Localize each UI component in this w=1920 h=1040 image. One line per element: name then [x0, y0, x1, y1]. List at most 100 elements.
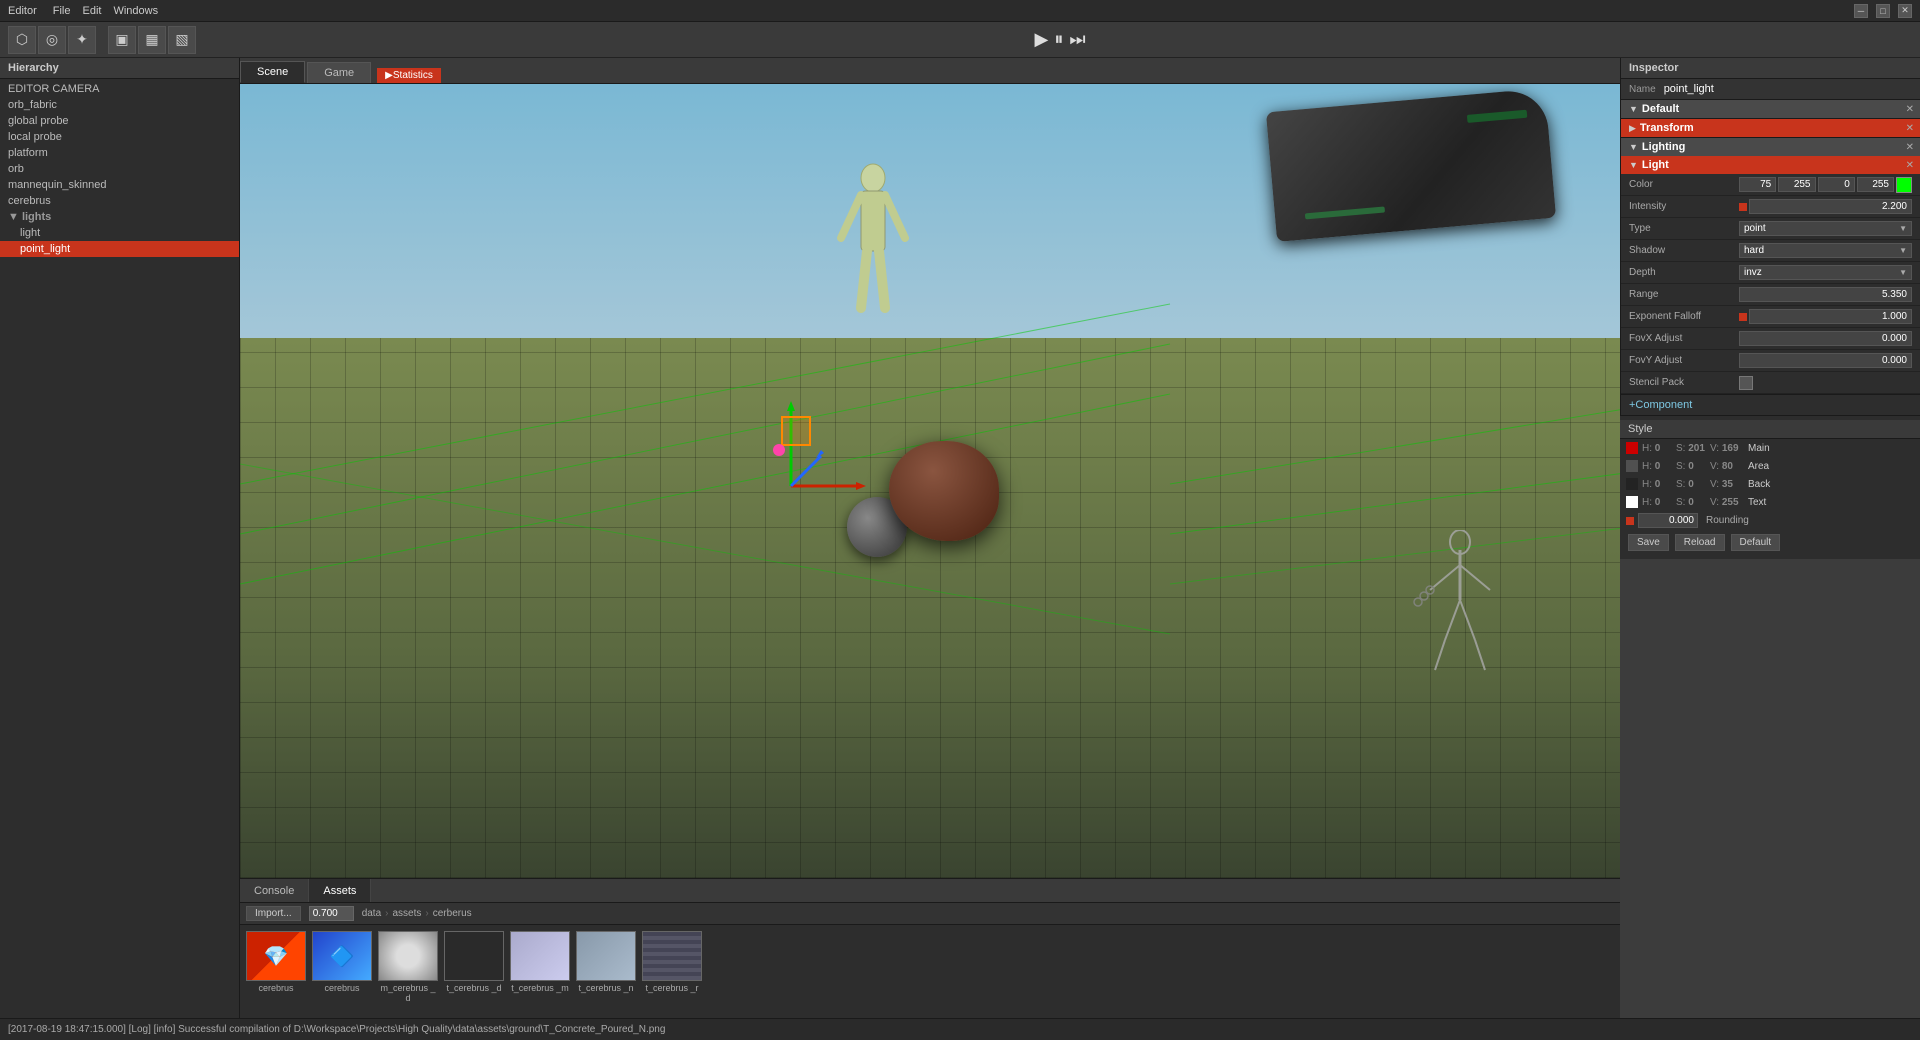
style-v-label: V: 169 [1710, 443, 1740, 454]
tool-grid3-btn[interactable]: ▧ [168, 26, 196, 54]
fovx-row: FovX Adjust 0.000 [1621, 328, 1920, 350]
pause-button[interactable]: ⏸ [1054, 29, 1063, 50]
asset-item[interactable]: t_cerebrus _n [576, 931, 636, 1003]
hierarchy-item[interactable]: cerebrus [0, 193, 239, 209]
import-button[interactable]: Import... [246, 906, 301, 921]
type-label: Type [1629, 223, 1739, 234]
main-layout: Hierarchy EDITOR CAMERAorb_fabricglobal … [0, 58, 1920, 1018]
style-color-indicator [1626, 442, 1638, 454]
menu-windows[interactable]: Windows [113, 5, 158, 17]
right-panels: Inspector Name point_light ▼ Default ✕ ▶… [1620, 58, 1920, 1018]
default-arrow-icon: ▼ [1629, 104, 1638, 114]
tool-grid1-btn[interactable]: ▣ [108, 26, 136, 54]
intensity-value[interactable]: 2.200 [1749, 199, 1912, 214]
tool-circle-btn[interactable]: ◎ [38, 26, 66, 54]
section-default-header[interactable]: ▼ Default ✕ [1621, 100, 1920, 118]
tab-console[interactable]: Console [240, 879, 309, 902]
statusbar: [2017-08-19 18:47:15.000] [Log] [info] S… [0, 1018, 1920, 1040]
tool-grid2-btn[interactable]: ▦ [138, 26, 166, 54]
hierarchy-item[interactable]: local probe [0, 129, 239, 145]
fovx-value[interactable]: 0.000 [1739, 331, 1912, 346]
style-row: H: 0 S: 0 V: 80 Area [1620, 457, 1920, 475]
section-transform-header[interactable]: ▶ Transform ✕ [1621, 119, 1920, 137]
rounding-indicator [1626, 517, 1634, 525]
style-v-label: V: 255 [1710, 497, 1740, 508]
color-a[interactable]: 255 [1857, 177, 1894, 192]
add-component-button[interactable]: +Component [1621, 395, 1920, 415]
play-button[interactable]: ▶ [1034, 29, 1048, 50]
spacecraft [1266, 88, 1556, 242]
lighting-close-icon[interactable]: ✕ [1906, 142, 1914, 153]
step-button[interactable]: ⏭ [1069, 29, 1085, 50]
intensity-values: 2.200 [1739, 199, 1912, 214]
menu-file[interactable]: File [53, 5, 71, 17]
color-r[interactable]: 75 [1739, 177, 1776, 192]
style-name: Back [1748, 479, 1770, 490]
type-dropdown[interactable]: point ▼ [1739, 221, 1912, 236]
hierarchy-item[interactable]: orb [0, 161, 239, 177]
app-title: Editor [8, 5, 37, 17]
intensity-label: Intensity [1629, 201, 1739, 212]
asset-item[interactable]: t_cerebrus _r [642, 931, 702, 1003]
asset-item[interactable]: 💎cerebrus [246, 931, 306, 1003]
light-close-icon[interactable]: ✕ [1906, 160, 1914, 171]
minimize-button[interactable]: ─ [1854, 4, 1868, 18]
stencil-checkbox[interactable] [1739, 376, 1753, 390]
close-button[interactable]: ✕ [1898, 4, 1912, 18]
range-value[interactable]: 5.350 [1739, 287, 1912, 302]
asset-item[interactable]: t_cerebrus _d [444, 931, 504, 1003]
section-light: ▼ Light ✕ Color 75 255 0 255 [1621, 156, 1920, 394]
style-h-label: H: 0 [1642, 479, 1672, 490]
tab-assets[interactable]: Assets [309, 879, 371, 902]
transform-close-icon[interactable]: ✕ [1906, 123, 1914, 134]
asset-item[interactable]: m_cerebrus _d [378, 931, 438, 1003]
save-style-button[interactable]: Save [1628, 534, 1669, 551]
color-b[interactable]: 0 [1818, 177, 1855, 192]
hierarchy-item[interactable]: point_light [0, 241, 239, 257]
mannequin-figure [833, 163, 913, 363]
fovy-value[interactable]: 0.000 [1739, 353, 1912, 368]
tab-scene[interactable]: Scene [240, 61, 305, 83]
stencil-row: Stencil Pack [1621, 372, 1920, 394]
hierarchy-item[interactable]: ▼ lights [0, 209, 239, 225]
asset-item[interactable]: 🔷cerebrus [312, 931, 372, 1003]
tab-game[interactable]: Game [307, 62, 371, 83]
hierarchy-item[interactable]: global probe [0, 113, 239, 129]
tool-hex-btn[interactable]: ⬡ [8, 26, 36, 54]
hierarchy-item[interactable]: light [0, 225, 239, 241]
section-light-header[interactable]: ▼ Light ✕ [1621, 156, 1920, 174]
menu-edit[interactable]: Edit [82, 5, 101, 17]
exponent-value[interactable]: 1.000 [1749, 309, 1912, 324]
section-lighting-header[interactable]: ▼ Lighting ✕ [1621, 138, 1920, 156]
asset-item[interactable]: t_cerebrus _m [510, 931, 570, 1003]
spacecraft-accent2 [1305, 206, 1385, 219]
bottom-toolbar: Import... data › assets › cerberus [240, 903, 1620, 925]
hierarchy-panel: Hierarchy EDITOR CAMERAorb_fabricglobal … [0, 58, 240, 1018]
default-style-button[interactable]: Default [1731, 534, 1781, 551]
intensity-indicator [1739, 203, 1747, 211]
inspector-panel: Inspector Name point_light ▼ Default ✕ ▶… [1620, 58, 1920, 415]
rounding-input[interactable] [1638, 513, 1698, 528]
style-row: H: 0 S: 0 V: 35 Back [1620, 475, 1920, 493]
color-values: 75 255 0 255 [1739, 177, 1912, 193]
color-swatch[interactable] [1896, 177, 1912, 193]
asset-label: t_cerebrus _n [578, 983, 633, 993]
viewport[interactable] [240, 84, 1620, 878]
default-close-icon[interactable]: ✕ [1906, 104, 1914, 115]
value-input[interactable] [309, 906, 354, 921]
play-controls: ▶ ⏸ ⏭ [1034, 29, 1085, 50]
shadow-dropdown[interactable]: hard ▼ [1739, 243, 1912, 258]
depth-dropdown[interactable]: invz ▼ [1739, 265, 1912, 280]
maximize-button[interactable]: □ [1876, 4, 1890, 18]
hierarchy-item[interactable]: orb_fabric [0, 97, 239, 113]
hierarchy-item[interactable]: platform [0, 145, 239, 161]
inspector-header: Inspector [1621, 58, 1920, 79]
stats-button[interactable]: ▶ Statistics [377, 68, 441, 83]
hierarchy-header: Hierarchy [0, 58, 239, 79]
hierarchy-item[interactable]: EDITOR CAMERA [0, 81, 239, 97]
hierarchy-item[interactable]: mannequin_skinned [0, 177, 239, 193]
tool-star-btn[interactable]: ✦ [68, 26, 96, 54]
color-g[interactable]: 255 [1778, 177, 1815, 192]
reload-style-button[interactable]: Reload [1675, 534, 1725, 551]
section-transform: ▶ Transform ✕ [1621, 119, 1920, 138]
